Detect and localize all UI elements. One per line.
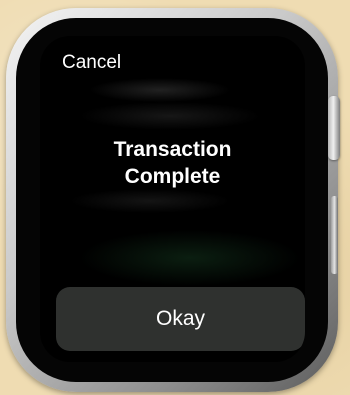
watch-screen: Cancel Transaction Complete Okay — [40, 36, 305, 362]
okay-button[interactable]: Okay — [56, 287, 305, 351]
status-message-line-1: Transaction — [113, 138, 232, 161]
status-message-line-2: Complete — [124, 165, 221, 188]
status-message: Transaction Complete — [40, 136, 305, 190]
side-button[interactable] — [331, 196, 338, 274]
digital-crown[interactable] — [328, 96, 340, 160]
cancel-button[interactable]: Cancel — [62, 52, 121, 74]
